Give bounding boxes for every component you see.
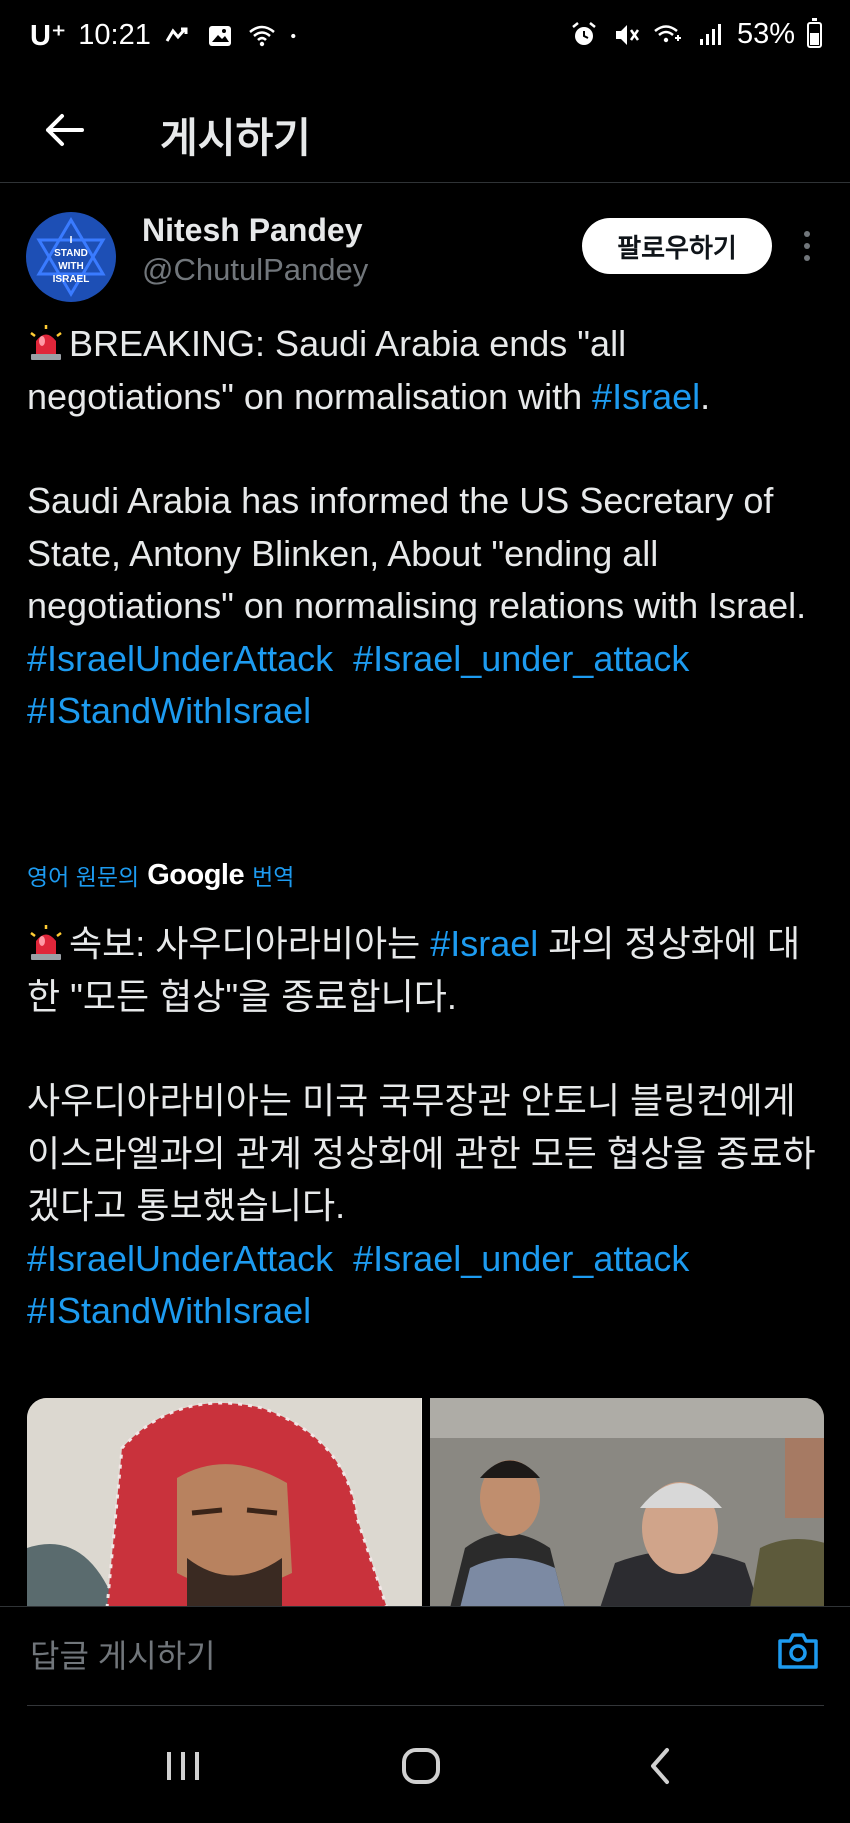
hashtag-row: #IsraelUnderAttack #Israel_under_attack <box>27 1233 827 1286</box>
avatar-line: I <box>69 235 73 246</box>
hashtag-row: #IStandWithIsrael <box>27 685 827 738</box>
translated-text: 속보: 사우디아라비아는 <box>69 923 431 964</box>
battery-icon <box>807 17 822 48</box>
post-paragraph: BREAKING: Saudi Arabia ends "all negotia… <box>27 318 827 423</box>
carrier-label: U⁺ <box>30 20 67 52</box>
camera-icon <box>778 1633 818 1669</box>
post-paragraph: Saudi Arabia has informed the US Secreta… <box>27 480 807 626</box>
translation-attribution[interactable]: 영어 원문의 Google 번역 <box>27 858 294 892</box>
top-app-bar: 게시하기 <box>0 80 850 183</box>
media-photo-2[interactable] <box>429 1398 824 1608</box>
hashtag-row: #IStandWithIsrael <box>27 1285 827 1338</box>
recent-apps-icon <box>167 1752 199 1780</box>
more-dot <box>804 231 810 237</box>
hashtag-link[interactable]: #Israel <box>430 923 538 964</box>
translation-prefix: 영어 원문의 <box>27 864 140 890</box>
translation-suffix: 번역 <box>252 864 295 890</box>
back-button[interactable] <box>36 102 92 158</box>
author-name[interactable]: Nitesh Pandey <box>142 212 363 249</box>
post-body: BREAKING: Saudi Arabia ends "all negotia… <box>27 318 827 738</box>
status-bar: U⁺ 10:21 53% <box>0 0 850 80</box>
translated-body: 속보: 사우디아라비아는 #Israel 과의 정상화에 대한 "모든 협상"을… <box>27 918 827 1338</box>
hashtag-link[interactable]: #IsraelUnderAttack <box>27 638 333 679</box>
reply-composer <box>0 1606 850 1707</box>
avatar-line: WITH <box>58 261 84 272</box>
home-button[interactable] <box>381 1736 461 1796</box>
photo-meeting-room <box>429 1398 824 1608</box>
post-media <box>27 1398 824 1608</box>
signal-icon <box>699 23 721 45</box>
hashtag-link[interactable]: #Israel <box>592 376 700 417</box>
mute-icon <box>615 24 639 45</box>
recent-apps-button[interactable] <box>143 1736 223 1796</box>
clock: 10:21 <box>78 19 151 51</box>
photo-portrait-keffiyeh <box>27 1398 421 1608</box>
avatar-caption: I STAND WITH ISRAEL <box>26 234 116 286</box>
call-forward-icon <box>165 27 188 42</box>
avatar-line: STAND <box>54 248 88 259</box>
author-handle[interactable]: @ChutulPandey <box>142 252 368 288</box>
battery-percent: 53% <box>736 18 795 50</box>
siren-icon <box>30 325 62 360</box>
hashtag-link[interactable]: #Israel_under_attack <box>353 638 689 679</box>
camera-button[interactable] <box>772 1625 824 1677</box>
home-icon <box>402 1748 440 1784</box>
siren-icon <box>30 925 62 960</box>
alarm-icon <box>572 21 596 45</box>
gallery-icon <box>208 25 231 46</box>
wifi-calling-icon <box>654 24 681 42</box>
more-options-button[interactable] <box>792 224 822 268</box>
hashtag-link[interactable]: #IStandWithIsrael <box>27 690 311 731</box>
translated-paragraph: 사우디아라비아는 미국 국무장관 안토니 블링컨에게 이스라엘과의 관계 정상화… <box>27 1080 816 1226</box>
translated-paragraph: 속보: 사우디아라비아는 #Israel 과의 정상화에 대한 "모든 협상"을… <box>27 918 827 1023</box>
post-author: I STAND WITH ISRAEL Nitesh Pandey @Chutu… <box>0 198 850 308</box>
post-text: . <box>700 375 711 417</box>
hashtag-link[interactable]: #Israel_under_attack <box>353 1238 689 1279</box>
more-dot <box>804 243 810 249</box>
hashtag-row: #IsraelUnderAttack #Israel_under_attack <box>27 633 827 686</box>
wifi-icon <box>249 25 275 46</box>
more-dot <box>804 255 810 261</box>
notification-dot-icon <box>290 33 296 38</box>
reply-input[interactable] <box>28 1629 732 1683</box>
follow-button[interactable]: 팔로우하기 <box>582 218 772 274</box>
system-navigation-bar <box>0 1706 850 1823</box>
hashtag-link[interactable]: #IsraelUnderAttack <box>27 1238 333 1279</box>
hashtag-link[interactable]: #IStandWithIsrael <box>27 1290 311 1331</box>
avatar-line: ISRAEL <box>52 274 90 285</box>
system-back-button[interactable] <box>620 1736 700 1796</box>
post-text: BREAKING: Saudi Arabia ends "all negotia… <box>27 323 627 417</box>
avatar[interactable]: I STAND WITH ISRAEL <box>26 212 116 302</box>
google-logo: Google <box>147 858 245 891</box>
page-title: 게시하기 <box>160 115 311 161</box>
media-photo-1[interactable] <box>27 1398 422 1608</box>
arrow-left-icon <box>46 114 84 146</box>
chevron-left-icon <box>651 1748 669 1784</box>
